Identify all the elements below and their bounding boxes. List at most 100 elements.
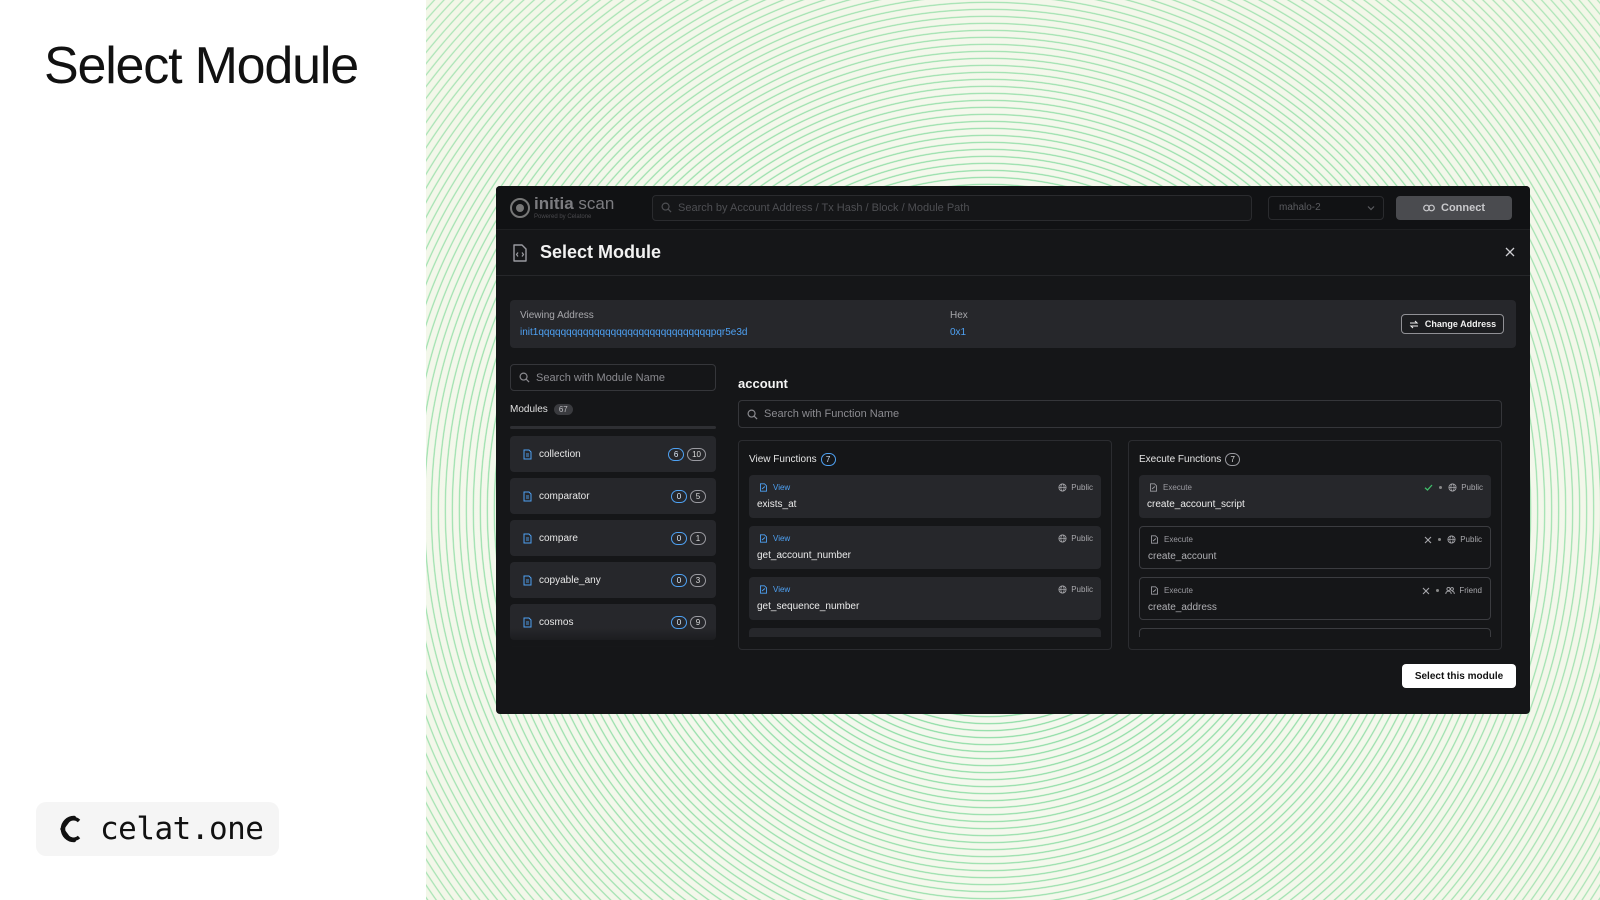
execute-functions-label: Execute Functions [1139,454,1222,465]
connect-wallet-button[interactable]: Connect [1396,195,1512,220]
module-item[interactable]: compare 0 1 [510,520,716,556]
celatone-logo-icon [60,815,81,843]
file-icon [523,449,532,459]
module-item[interactable]: comparator 0 5 [510,478,716,514]
app-window: initia scan Powered by Celatone mahalo-2… [496,186,1530,714]
function-card[interactable]: View Public exists_at [749,475,1101,518]
function-card[interactable]: View Public get_sequence_number [749,577,1101,620]
function-card[interactable]: Execute Public create_account_script [1139,475,1491,518]
users-icon [1445,586,1456,595]
execute-functions-count: 7 [1225,453,1241,466]
change-address-button[interactable]: Change Address [1401,314,1504,334]
x-icon [1422,587,1430,594]
globe-icon [1058,585,1067,594]
execute-count-badge: 1 [690,531,706,545]
execute-count-badge: 3 [690,573,706,587]
function-visibility: Public [1071,483,1093,492]
network-select[interactable]: mahalo-2 [1268,195,1384,220]
file-icon [523,575,532,585]
module-item[interactable]: copyable_any 0 3 [510,562,716,598]
module-search-input[interactable] [536,371,715,384]
function-name: create_account [1148,551,1217,562]
view-count-badge: 0 [671,615,687,629]
viewing-address-box: Viewing Address init1qqqqqqqqqqqqqqqqqqq… [510,300,1516,348]
file-edit-icon [1150,483,1157,492]
view-count-badge: 0 [671,489,687,503]
view-functions-header: View Functions 7 [749,453,836,466]
module-name: collection [539,448,581,460]
search-icon [747,409,758,420]
modules-divider [510,426,716,429]
viewing-address-label: Viewing Address [520,310,594,321]
modal-title: Select Module [540,242,662,262]
select-module-button[interactable]: Select this module [1402,664,1516,688]
search-icon [519,372,530,383]
execute-functions-header: Execute Functions 7 [1139,453,1241,466]
module-name: comparator [539,490,590,502]
function-card[interactable]: Execute Friend create_address [1139,577,1491,620]
function-name: create_account_script [1147,499,1245,510]
function-name: get_sequence_number [757,601,860,612]
execute-function-list[interactable]: Execute Public create_account_script Exe… [1139,475,1491,637]
swap-icon [1409,320,1419,328]
brand-text: celat.one [100,811,264,847]
module-detail-panel: account View Functions 7 View Public [738,364,1516,650]
function-visibility: Public [1461,483,1483,492]
slide-title: Select Module [44,37,359,95]
execute-count-badge: 10 [687,447,706,461]
module-icon [513,243,527,262]
slide-left-panel: Select Module celat.one [0,0,426,900]
function-visibility: Friend [1459,586,1482,595]
file-icon [523,617,532,627]
module-search-box [510,364,716,391]
modules-count-badge: 67 [553,404,573,415]
function-tag: Execute [1164,586,1193,595]
connect-label: Connect [1441,201,1485,214]
file-icon [523,533,532,543]
function-card-partial[interactable] [1139,628,1491,637]
modules-header: Modules 67 [510,404,573,415]
close-modal-button[interactable] [1502,244,1518,260]
globe-icon [1058,534,1067,543]
selected-module-title: account [738,376,788,391]
function-tag: Execute [1163,483,1192,492]
initia-scan-logo[interactable]: initia scan Powered by Celatone [510,195,652,220]
function-card-partial[interactable] [749,628,1101,637]
chevron-down-icon [1367,205,1375,210]
function-search-box [738,400,1502,428]
view-count-badge: 0 [671,531,687,545]
function-search-input[interactable] [764,408,1501,420]
module-list[interactable]: collection 6 10 comparator 0 5 compare 0… [510,436,716,648]
search-icon [661,202,672,213]
module-name: copyable_any [539,574,601,586]
modules-label: Modules [510,404,548,415]
close-icon [1505,247,1515,257]
module-name: cosmos [539,616,574,628]
execute-functions-panel: Execute Functions 7 Execute Public creat… [1128,440,1502,650]
view-functions-label: View Functions [749,454,817,465]
function-card[interactable]: View Public get_account_number [749,526,1101,569]
view-count-badge: 0 [671,573,687,587]
file-edit-icon [760,585,767,594]
file-edit-icon [1151,586,1158,595]
global-search-input[interactable] [678,201,1251,214]
function-tag: View [773,483,791,492]
file-edit-icon [760,534,767,543]
change-address-label: Change Address [1424,319,1497,329]
function-name: exists_at [757,499,797,510]
modal-header: Select Module [496,230,1530,276]
hex-value[interactable]: 0x1 [950,327,966,338]
viewing-address-value[interactable]: init1qqqqqqqqqqqqqqqqqqqqqqqqqqqqqqqpqr5… [520,327,747,338]
view-function-list[interactable]: View Public exists_at View Public get_ac… [749,475,1101,637]
function-tag: View [773,534,791,543]
logo-name: initia scan [534,194,615,213]
module-list-fade [510,628,716,648]
link-icon [1423,204,1435,211]
function-visibility: Public [1071,585,1093,594]
function-tag: View [773,585,791,594]
file-edit-icon [1151,535,1158,544]
hex-label: Hex [950,310,968,321]
function-name: get_account_number [757,550,851,561]
module-item[interactable]: collection 6 10 [510,436,716,472]
function-card[interactable]: Execute Public create_account [1139,526,1491,569]
